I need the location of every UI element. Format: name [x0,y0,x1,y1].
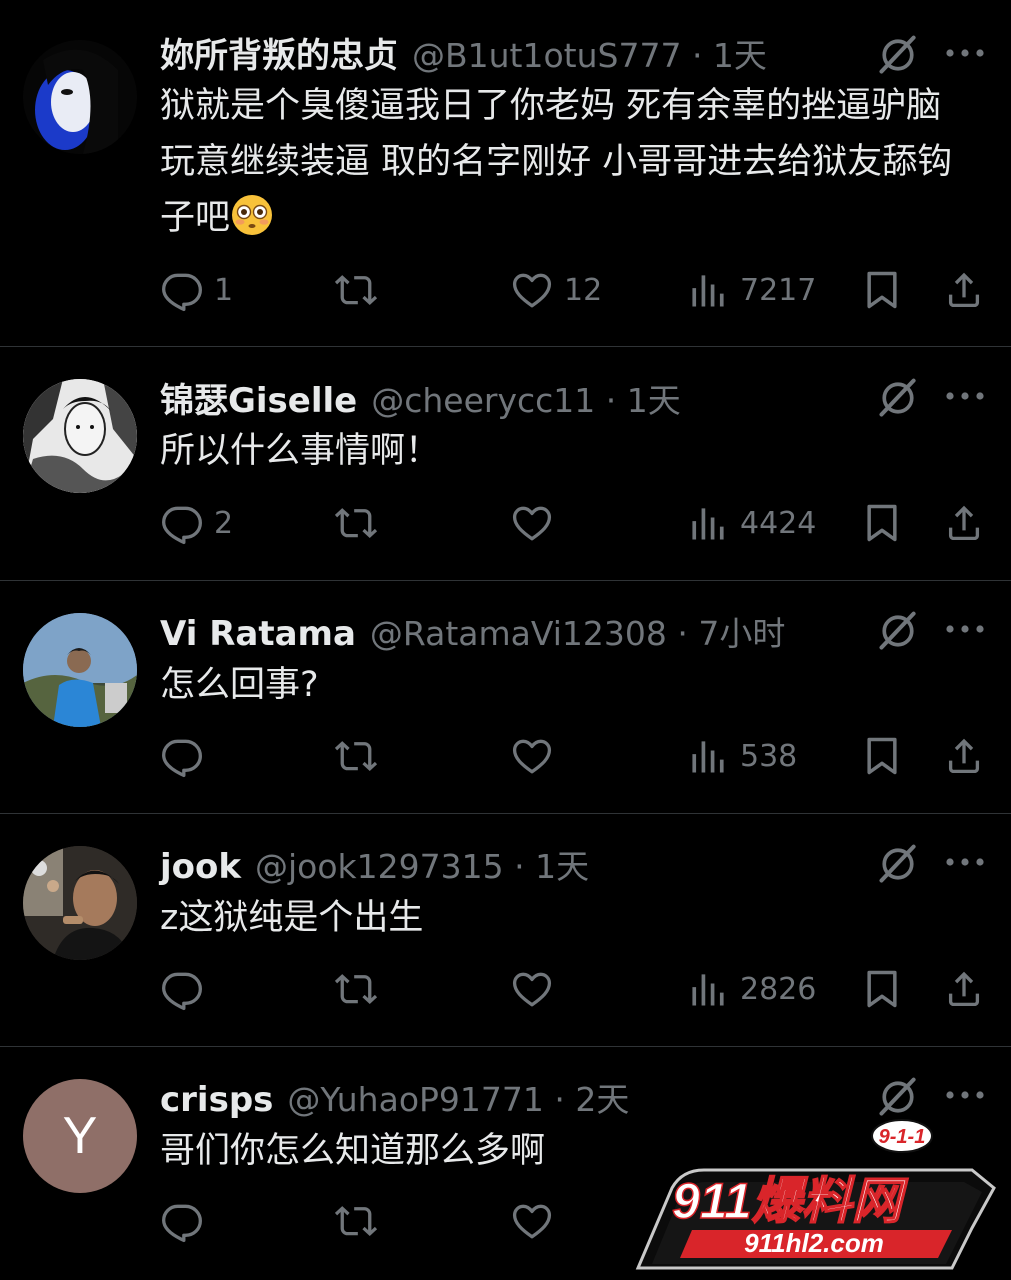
avatar[interactable] [23,40,137,154]
retweet-button[interactable] [334,1199,388,1243]
grok-icon[interactable] [876,33,920,77]
reply-text: 怎么回事? [160,665,319,705]
bookmark-icon[interactable] [860,268,904,312]
views-icon [686,734,730,778]
share-icon[interactable] [942,501,986,545]
views-count: 538 [740,738,798,774]
views-button[interactable]: 7217 [686,268,816,312]
bookmark-icon[interactable] [860,967,904,1011]
views-button[interactable]: 4424 [686,501,816,545]
handle-and-time[interactable]: @jook1297315 · 1天 [255,840,589,888]
like-icon [510,268,554,312]
views-count: 7217 [740,272,817,308]
reply-icon [160,967,204,1011]
handle-and-time[interactable]: @cheerycc11 · 1天 [371,374,681,422]
like-button[interactable] [510,501,564,545]
reply-item[interactable]: 妳所背叛的忠贞 @B1ut1otuS777 · 1天 狱就是个臭傻逼我日了你老妈… [0,0,1011,347]
display-name[interactable]: 锦瑟Giselle [160,373,357,422]
like-button[interactable] [510,1199,564,1243]
share-icon[interactable] [942,967,986,1011]
like-icon [510,501,554,545]
retweet-icon [334,268,378,312]
reply-item[interactable]: jook @jook1297315 · 1天 z这狱纯是个出生 2826 [0,814,1011,1047]
reply-text: z这狱纯是个出生 [160,898,424,938]
views-icon [686,268,730,312]
more-icon[interactable] [944,43,986,63]
views-button[interactable]: 2826 [686,967,816,1011]
views-icon [686,501,730,545]
reply-count: 1 [214,272,234,308]
avatar[interactable]: Y [23,1079,137,1193]
grok-icon[interactable] [876,376,920,420]
display-name[interactable]: crisps [160,1080,273,1120]
reply-button[interactable]: 1 [160,268,233,312]
reply-icon [160,268,204,312]
bookmark-icon[interactable] [860,501,904,545]
grok-icon[interactable] [876,1075,920,1119]
reply-text: 狱就是个臭傻逼我日了你老妈 死有余辜的挫逼驴脑玩意继续装逼 取的名字刚好 小哥哥… [160,78,970,246]
reply-count: 2 [214,505,234,541]
retweet-icon [334,501,378,545]
reply-button[interactable] [160,734,214,778]
display-name[interactable]: 妳所背叛的忠贞 [160,28,398,77]
bookmark-icon[interactable] [860,734,904,778]
views-count: 2826 [740,971,817,1007]
like-button[interactable] [510,734,564,778]
avatar-letter: Y [62,1107,98,1165]
reply-icon [160,501,204,545]
views-icon [686,967,730,1011]
like-button[interactable]: 12 [510,268,602,312]
reply-text-content: 狱就是个臭傻逼我日了你老妈 死有余辜的挫逼驴脑玩意继续装逼 取的名字刚好 小哥哥… [160,86,953,238]
retweet-button[interactable] [334,268,388,312]
more-icon[interactable] [944,386,986,406]
reply-icon [160,734,204,778]
avatar[interactable] [23,846,137,960]
retweet-icon [334,967,378,1011]
like-count: 12 [564,272,603,308]
watermark-brand: 911爆料网 [672,1173,909,1229]
reply-button[interactable]: 2 [160,501,233,545]
like-button[interactable] [510,967,564,1011]
more-icon[interactable] [944,1085,986,1105]
retweet-icon [334,734,378,778]
reply-icon [160,1199,204,1243]
avatar[interactable] [23,379,137,493]
reply-text: 所以什么事情啊！ [160,431,441,471]
reply-button[interactable] [160,1199,214,1243]
handle-and-time[interactable]: @RatamaVi12308 · 7小时 [370,607,785,655]
reply-item[interactable]: 锦瑟Giselle @cheerycc11 · 1天 所以什么事情啊！ 2 44… [0,347,1011,581]
retweet-button[interactable] [334,734,388,778]
grok-icon[interactable] [876,609,920,653]
more-icon[interactable] [944,619,986,639]
share-icon[interactable] [942,734,986,778]
flushed-face-icon [232,195,273,235]
watermark-logo: 9-1-1 911爆料网 911hl2.com [635,1119,996,1270]
display-name[interactable]: Vi Ratama [160,614,356,654]
like-icon [510,734,554,778]
avatar[interactable] [23,613,137,727]
handle-and-time[interactable]: @B1ut1otuS777 · 1天 [412,29,767,77]
reply-item[interactable]: Vi Ratama @RatamaVi12308 · 7小时 怎么回事? 538 [0,581,1011,814]
grok-icon[interactable] [876,842,920,886]
share-icon[interactable] [942,268,986,312]
watermark-url: 911hl2.com [744,1228,884,1258]
retweet-button[interactable] [334,501,388,545]
display-name[interactable]: jook [160,847,241,887]
retweet-button[interactable] [334,967,388,1011]
watermark-badge: 9-1-1 [879,1126,926,1148]
like-icon [510,1199,554,1243]
retweet-icon [334,1199,378,1243]
more-icon[interactable] [944,852,986,872]
like-icon [510,967,554,1011]
reply-button[interactable] [160,967,214,1011]
handle-and-time[interactable]: @YuhaoP91771 · 2天 [287,1073,629,1121]
views-button[interactable]: 538 [686,734,797,778]
views-count: 4424 [740,505,817,541]
